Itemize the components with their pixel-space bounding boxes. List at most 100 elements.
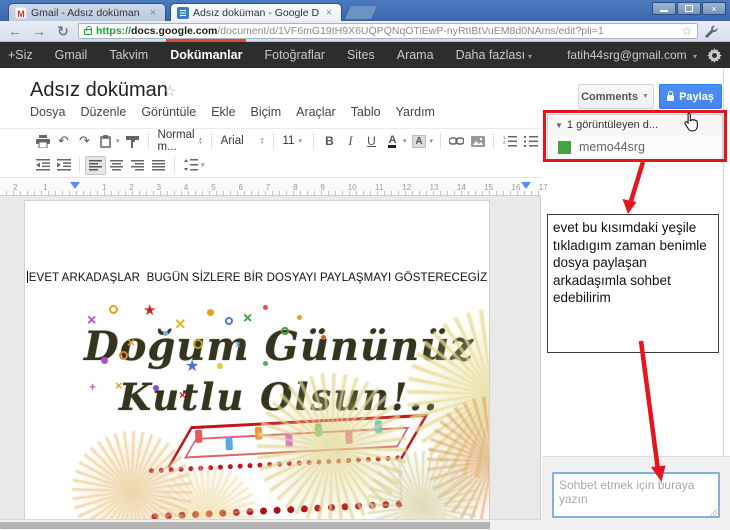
chevron-down-icon[interactable]: ▾ [429,137,433,145]
margin-marker-right[interactable] [521,182,531,189]
chevron-down-icon: ▼ [641,93,649,100]
underline-button[interactable]: U [361,132,382,151]
numbered-list-icon[interactable]: 12 [499,132,520,151]
google-docs-icon [177,6,189,19]
back-icon[interactable]: ← [6,24,24,38]
insert-link-icon[interactable] [446,132,467,151]
italic-button[interactable]: I [340,132,361,151]
star-document-icon[interactable]: ☆ [163,82,176,100]
styles-select[interactable]: Normal m... ▴ ▾ [154,129,206,153]
birthday-image[interactable]: Doğum Gününüz Kutlu Olsun!.. ×★××××★+×× [67,301,489,519]
line-spacing-icon[interactable] [180,156,201,175]
bulleted-list-icon[interactable] [520,132,541,151]
ruler-number: 9 [320,183,325,192]
menu-biçim[interactable]: Biçim [251,105,282,119]
svg-text:2: 2 [503,140,506,145]
scrollbar-thumb[interactable] [0,522,490,529]
document-page[interactable]: EVET ARKADAŞLAR BUGÜN SİZLERE BİR DOSYAY… [24,200,490,519]
address-bar[interactable]: https :// docs.google.com /document/d/1V… [78,23,698,39]
spinner-icon: ▴ ▾ [199,136,202,146]
close-button[interactable]: × [702,2,726,15]
cake-candle [225,437,233,451]
menu-düzenle[interactable]: Düzenle [80,105,126,119]
minimize-button[interactable] [652,2,676,15]
chevron-down-icon[interactable]: ▾ [116,137,120,145]
confetti-dot [217,363,223,369]
menu-tablo[interactable]: Tablo [351,105,381,119]
forward-icon[interactable]: → [30,24,48,38]
spinner-icon: ▴ ▾ [260,136,264,146]
ruler: 2 1 1 2 3 4 5 6 7 8 9 10 11 12 13 14 15 16 17 [0,182,548,196]
document-heading[interactable]: EVET ARKADAŞLAR BUGÜN SİZLERE BİR DOSYAY… [25,271,489,284]
align-right-button[interactable] [127,156,148,175]
wrench-menu-icon[interactable] [704,24,724,38]
tab-close-icon[interactable]: × [323,7,335,19]
new-tab-button[interactable] [344,6,378,19]
browser-tab-gmail[interactable]: M Gmail - Adsız doküman (fatih4 × [8,3,166,21]
increase-indent-icon[interactable] [53,156,74,175]
share-button[interactable]: Paylaş [659,84,722,109]
comments-button[interactable]: Comments ▼ [578,84,654,109]
confetti-dot [263,361,268,366]
confetti-dot [163,331,168,336]
ruler-number: 5 [211,183,216,192]
ruler-number: 17 [538,183,548,192]
gear-icon[interactable] [707,47,722,63]
menu-dosya[interactable]: Dosya [30,105,65,119]
gmail-icon: M [15,6,27,19]
undo-icon[interactable]: ↶ [53,132,74,151]
align-left-button[interactable] [85,155,106,175]
browser-tab-docs-active[interactable]: Adsız doküman - Google Dokün × [170,3,342,21]
tab-close-icon[interactable]: × [147,7,159,19]
redo-icon[interactable]: ↷ [74,132,95,151]
toolbar-row-1: ↶ ↷ ▾ Normal m... ▴ ▾ Arial ▴ ▾ 11 ▾ B I U A ▾… [0,128,541,153]
browser-navbar: ← → ↻ https :// docs.google.com /documen… [0,21,730,42]
menu-araçlar[interactable]: Araçlar [296,105,336,119]
confetti-ring [225,317,233,325]
resize-grip-icon[interactable] [709,509,717,517]
menu-bar: Dosya Düzenle Görüntüle Ekle Biçim Araçlar Tab… [30,105,435,119]
justify-button[interactable] [148,156,169,175]
google-bar-item-sites[interactable]: Sites [347,42,375,68]
reload-icon[interactable]: ↻ [54,24,72,38]
highlight-color-button[interactable]: A [412,134,426,148]
font-size-select[interactable]: 11 ▾ [279,135,308,147]
google-bar-item-dok-manlar[interactable]: Dokümanlar [166,39,247,68]
bold-button[interactable]: B [319,132,340,151]
print-icon[interactable] [32,132,53,151]
chevron-down-icon[interactable]: ▾ [403,137,407,145]
text-color-button[interactable]: A [388,134,397,148]
bookmark-star-icon[interactable]: ☆ [681,24,692,38]
margin-marker-left[interactable] [70,182,80,189]
menu-görüntüle[interactable]: Görüntüle [141,105,196,119]
menu-yardım[interactable]: Yardım [396,105,435,119]
paint-format-icon[interactable] [122,132,143,151]
ssl-lock-icon [84,26,92,35]
decrease-indent-icon[interactable] [32,156,53,175]
confetti-ring [193,339,203,349]
google-bar-item-foto-raflar[interactable]: Fotoğraflar [264,42,324,68]
google-bar-item--siz[interactable]: +Siz [8,42,33,68]
chat-input[interactable] [552,472,720,518]
account-menu[interactable]: fatih44srg@gmail.com ▾ [567,48,697,62]
google-bar-item-takvim[interactable]: Takvim [109,42,148,68]
web-clipboard-icon[interactable] [95,132,116,151]
document-title[interactable]: Adsız doküman [30,79,168,102]
ruler-number: 7 [265,183,271,192]
maximize-button[interactable] [677,2,701,15]
google-apps-bar: +Siz Gmail Takvim Dokümanlar Fotoğraflar Site… [0,39,730,68]
confetti-aster: × [175,314,186,334]
chevron-down-icon[interactable]: ▾ [201,161,205,169]
google-bar-item-daha-fazlas-[interactable]: Daha fazlası ▾ [456,42,533,68]
insert-image-icon[interactable] [467,132,488,151]
google-bar-items: +Siz Gmail Takvim Dokümanlar Fotoğraflar Site… [8,39,554,68]
horizontal-scrollbar[interactable] [0,519,541,530]
google-bar-item-arama[interactable]: Arama [397,42,434,68]
ruler-number: 15 [484,183,494,192]
font-select[interactable]: Arial ▴ ▾ [217,135,268,147]
cake-candle [194,429,203,443]
google-bar-item-gmail[interactable]: Gmail [55,42,88,68]
align-center-button[interactable] [106,156,127,175]
menu-ekle[interactable]: Ekle [211,105,235,119]
window-controls: × [652,2,726,15]
